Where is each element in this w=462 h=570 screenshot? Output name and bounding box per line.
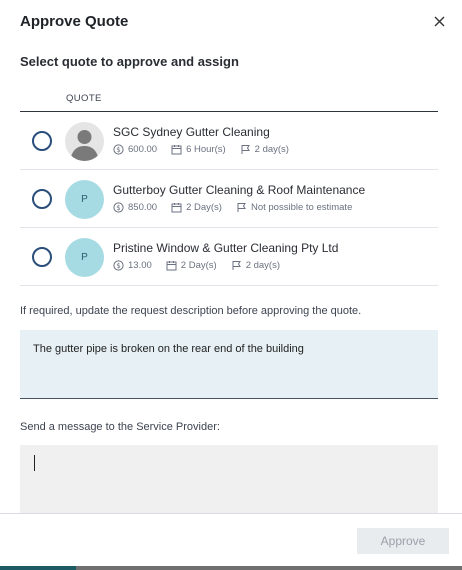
text-cursor — [34, 455, 35, 471]
approve-quote-dialog: Approve Quote Select quote to approve an… — [0, 0, 462, 570]
quote-availability: Not possible to estimate — [250, 202, 353, 213]
flag-icon — [237, 203, 246, 212]
section-title: Select quote to approve and assign — [20, 54, 239, 69]
quote-radio[interactable] — [32, 131, 52, 151]
quote-meta: $600.00 6 Hour(s) 2 day(s) — [113, 144, 303, 155]
request-description-field[interactable]: The gutter pipe is broken on the rear en… — [20, 330, 438, 399]
dialog-header: Approve Quote — [20, 10, 450, 32]
approve-button[interactable]: Approve — [357, 528, 449, 554]
svg-text:$: $ — [116, 146, 120, 154]
quote-row[interactable]: SGC Sydney Gutter Cleaning $600.00 6 Hou… — [20, 112, 438, 170]
quote-radio[interactable] — [32, 189, 52, 209]
background-strip — [0, 566, 462, 570]
dialog-footer: Approve — [0, 513, 462, 566]
avatar: P — [65, 180, 104, 219]
quote-duration: 6 Hour(s) — [186, 144, 226, 155]
quote-row[interactable]: P Pristine Window & Gutter Cleaning Pty … — [20, 228, 438, 286]
quote-row[interactable]: P Gutterboy Gutter Cleaning & Roof Maint… — [20, 170, 438, 228]
flag-icon — [241, 145, 250, 154]
quote-price: 600.00 — [128, 144, 158, 155]
message-input[interactable] — [20, 445, 438, 515]
flag-icon — [232, 261, 241, 270]
quote-list: SGC Sydney Gutter Cleaning $600.00 6 Hou… — [20, 112, 438, 286]
avatar: P — [65, 238, 104, 277]
quote-meta: $13.00 2 Day(s) 2 day(s) — [113, 260, 294, 271]
dollar-icon: $ — [113, 144, 124, 155]
dialog-title: Approve Quote — [20, 12, 129, 30]
quote-duration: 2 Day(s) — [186, 202, 222, 213]
svg-text:$: $ — [116, 204, 120, 212]
provider-name: Pristine Window & Gutter Cleaning Pty Lt… — [113, 241, 339, 255]
quote-duration: 2 Day(s) — [180, 260, 217, 271]
dollar-icon: $ — [113, 260, 124, 271]
quote-price: 13.00 — [128, 260, 152, 271]
dollar-icon: $ — [113, 202, 124, 213]
column-header-quote: QUOTE — [66, 93, 102, 104]
calendar-icon — [171, 203, 182, 213]
close-icon[interactable] — [428, 10, 450, 32]
avatar — [65, 122, 104, 161]
svg-text:$: $ — [116, 262, 120, 270]
description-hint: If required, update the request descript… — [20, 305, 362, 317]
calendar-icon — [166, 261, 177, 271]
quote-meta: $850.00 2 Day(s) Not possible to estimat… — [113, 202, 366, 213]
message-label: Send a message to the Service Provider: — [20, 421, 220, 433]
calendar-icon — [171, 145, 182, 155]
provider-name: Gutterboy Gutter Cleaning & Roof Mainten… — [113, 183, 366, 197]
quote-availability: 2 day(s) — [254, 144, 289, 155]
provider-name: SGC Sydney Gutter Cleaning — [113, 125, 270, 139]
quote-availability: 2 day(s) — [245, 260, 281, 271]
user-placeholder-icon — [70, 130, 99, 161]
quote-price: 850.00 — [128, 202, 158, 213]
quote-radio[interactable] — [32, 247, 52, 267]
